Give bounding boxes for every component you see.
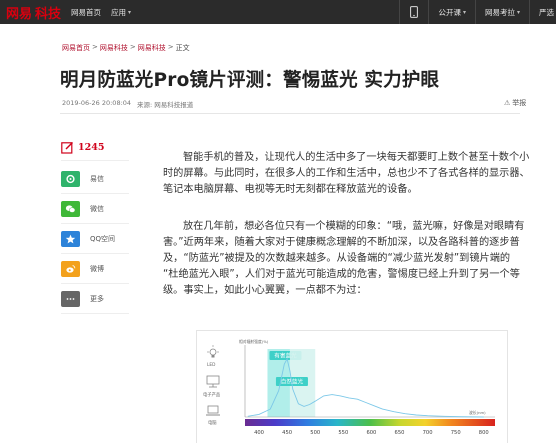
x-tick-label: 650	[395, 430, 405, 436]
weibo-icon	[61, 261, 80, 277]
x-tick-label: 500	[310, 430, 320, 436]
comment-count: 1245	[78, 142, 105, 153]
spectrum-chart: 有害蓝光自然蓝光相对辐射强度(%)波长(nm)400 450 500 550 600 65…	[239, 339, 495, 436]
paragraph-line: 智能手机的普及，让现代人的生活中多了一块每天都要盯上数个甚至十数个小	[183, 152, 530, 163]
x-tick-label: 600	[366, 430, 376, 436]
paragraph-line: 笔记本电脑屏幕、电视等无时无刻都在释放蓝光的设备。	[163, 184, 418, 195]
qzone-icon	[61, 231, 80, 247]
share-label: 微博	[90, 265, 104, 273]
paragraph-line: 放在几年前，想必各位只有一个模糊的印象：“哦，蓝光嘛，好像是对眼睛有	[183, 221, 525, 232]
article-paragraph: 放在几年前，想必各位只有一个模糊的印象：“哦，蓝光嘛，好像是对眼睛有 害。”近两…	[163, 219, 549, 299]
nav-link-apps[interactable]: 应用 ▾	[111, 7, 131, 18]
report-button[interactable]: ⚠ 举报	[504, 98, 526, 108]
x-tick-label: 750	[451, 430, 461, 436]
yixin-icon	[61, 171, 80, 187]
nav-link-yanxuan[interactable]: 严选	[539, 7, 554, 18]
nav-link-kaola[interactable]: 网易考拉 ▾	[485, 7, 520, 18]
logo-site-name: 网易	[6, 6, 33, 22]
breadcrumb-separator: >	[92, 43, 98, 51]
x-tick-label: 400	[254, 430, 264, 436]
x-tick-label: 550	[338, 430, 348, 436]
nav-link-home[interactable]: 网易首页	[71, 7, 101, 18]
nav-link-label: 公开课	[438, 7, 461, 17]
report-label: 举报	[512, 99, 527, 107]
wechat-icon	[61, 201, 80, 217]
paragraph-line: 害。”近两年来，随着大家对于健康概念理解的不断加深，以及各路科普的逐步普	[163, 237, 520, 248]
breadcrumb-separator: >	[129, 43, 136, 51]
divider	[61, 253, 129, 254]
breadcrumb-separator: >	[167, 43, 174, 51]
article-title: 明月防蓝光Pro镜片评测：警惕蓝光 实力护眼	[60, 70, 440, 91]
article-figure: LED 电子产品 电脑 有害蓝光 自然蓝光 相对辐射强度(%) 波长(nm) 400 45…	[196, 330, 508, 443]
share-more[interactable]: 更多	[61, 291, 104, 307]
x-tick-label: 450	[282, 430, 292, 436]
paragraph-line: 及，“防蓝光”被提及的次数越来越多。从设备端的“减少蓝光发射”到镜片端的	[163, 253, 511, 264]
publish-date: 2019-06-26 20:08:04	[62, 99, 132, 107]
divider	[61, 223, 129, 224]
share-yixin[interactable]: 易信	[61, 171, 104, 187]
article-source[interactable]: 来源: 网易科技报道	[137, 99, 193, 109]
x-axis-label: 波长(nm)	[469, 410, 486, 415]
breadcrumb-link[interactable]: 网易科技	[138, 43, 166, 53]
chevron-down-icon: ▾	[462, 8, 466, 16]
share-wechat[interactable]: 微信	[61, 201, 104, 217]
divider	[61, 283, 129, 284]
chevron-down-icon: ▾	[128, 8, 132, 16]
spectrum-colorbar	[245, 419, 495, 426]
comment-count-button[interactable]: 1245	[61, 141, 104, 154]
share-label: 更多	[90, 295, 104, 303]
breadcrumb: 网易首页 > 网易科技 > 网易科技 > 正文	[62, 43, 190, 53]
breadcrumb-current: 正文	[175, 44, 190, 52]
top-nav-bar: 网易 科技 网易首页 应用 ▾ 公开课 ▾ 网易考拉 ▾ 严选	[0, 0, 556, 24]
divider	[60, 113, 520, 114]
nav-link-label: 网易首页	[71, 7, 102, 17]
paragraph-line: 时的屏幕。与此同时，在很多人的工作和生活中，总也少不了各式各样的显示器、	[163, 168, 530, 179]
divider	[61, 313, 129, 314]
comment-edit-icon	[61, 142, 73, 154]
nav-link-label: 网易考拉	[484, 7, 515, 17]
share-weibo[interactable]: 微博	[61, 261, 104, 277]
share-label: QQ空间	[90, 235, 116, 243]
nav-link-open-course[interactable]: 公开课 ▾	[438, 7, 466, 18]
article-meta: 2019-06-26 20:08:04 来源: 网易科技报道	[62, 99, 193, 109]
warning-icon: ⚠	[504, 99, 511, 107]
divider	[61, 160, 129, 161]
site-logo[interactable]: 网易 科技	[0, 0, 61, 24]
logo-channel-name: 科技	[35, 6, 62, 22]
x-tick-label: 800	[479, 430, 489, 436]
article-paragraph: 智能手机的普及，让现代人的生活中多了一块每天都要盯上数个甚至十数个小 时的屏幕。…	[163, 150, 549, 198]
chevron-down-icon: ▾	[516, 8, 520, 16]
paragraph-line: “杜绝蓝光入眼”，人们对于蓝光可能造成的危害，警惕度已经上升到了另一个等	[163, 269, 520, 280]
share-label: 微信	[90, 205, 104, 213]
x-tick-label: 700	[423, 430, 433, 436]
breadcrumb-link[interactable]: 网易首页	[62, 43, 90, 53]
nav-link-label: 应用	[111, 7, 127, 17]
paragraph-line: 级。事实上，如此小心翼翼，一点都不为过：	[163, 285, 367, 296]
share-qzone[interactable]: QQ空间	[61, 231, 115, 247]
share-label: 易信	[90, 175, 104, 183]
divider	[61, 193, 129, 194]
phone-icon[interactable]	[400, 0, 428, 24]
nav-link-label: 严选	[539, 7, 554, 17]
y-axis-label: 相对辐射强度(%)	[239, 339, 269, 344]
more-icon	[61, 291, 80, 307]
breadcrumb-link[interactable]: 网易科技	[100, 43, 128, 53]
